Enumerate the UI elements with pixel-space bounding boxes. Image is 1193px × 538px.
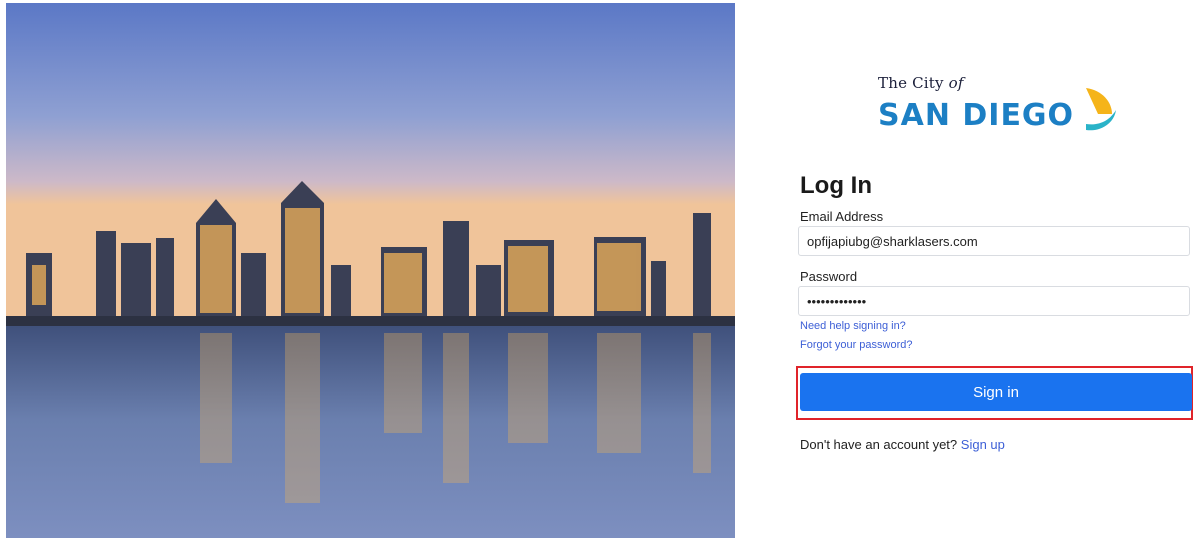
email-field[interactable] bbox=[798, 226, 1190, 256]
logo-line1-text: The City bbox=[878, 74, 944, 92]
logo-line2: SAN DIEGO bbox=[878, 98, 1075, 133]
sun-wave-icon bbox=[1086, 88, 1116, 131]
sign-in-button[interactable]: Sign in bbox=[800, 373, 1192, 411]
forgot-password-link[interactable]: Forgot your password? bbox=[800, 339, 913, 351]
password-field[interactable] bbox=[798, 286, 1190, 316]
hero-image bbox=[6, 3, 735, 538]
login-panel: The City of SAN DIEGO Log In Email Addre… bbox=[735, 0, 1193, 538]
email-label: Email Address bbox=[800, 209, 884, 224]
password-label: Password bbox=[800, 269, 858, 284]
logo-line1-italic: of bbox=[948, 74, 964, 92]
need-help-link[interactable]: Need help signing in? bbox=[800, 320, 906, 332]
signup-row: Don't have an account yet? Sign up bbox=[800, 437, 1005, 452]
sign-up-link[interactable]: Sign up bbox=[961, 437, 1005, 452]
logo-line1: The City of bbox=[878, 74, 964, 92]
signup-prompt: Don't have an account yet? bbox=[800, 437, 958, 452]
city-of-san-diego-logo: The City of SAN DIEGO bbox=[878, 74, 1118, 136]
page-title: Log In bbox=[800, 172, 872, 199]
